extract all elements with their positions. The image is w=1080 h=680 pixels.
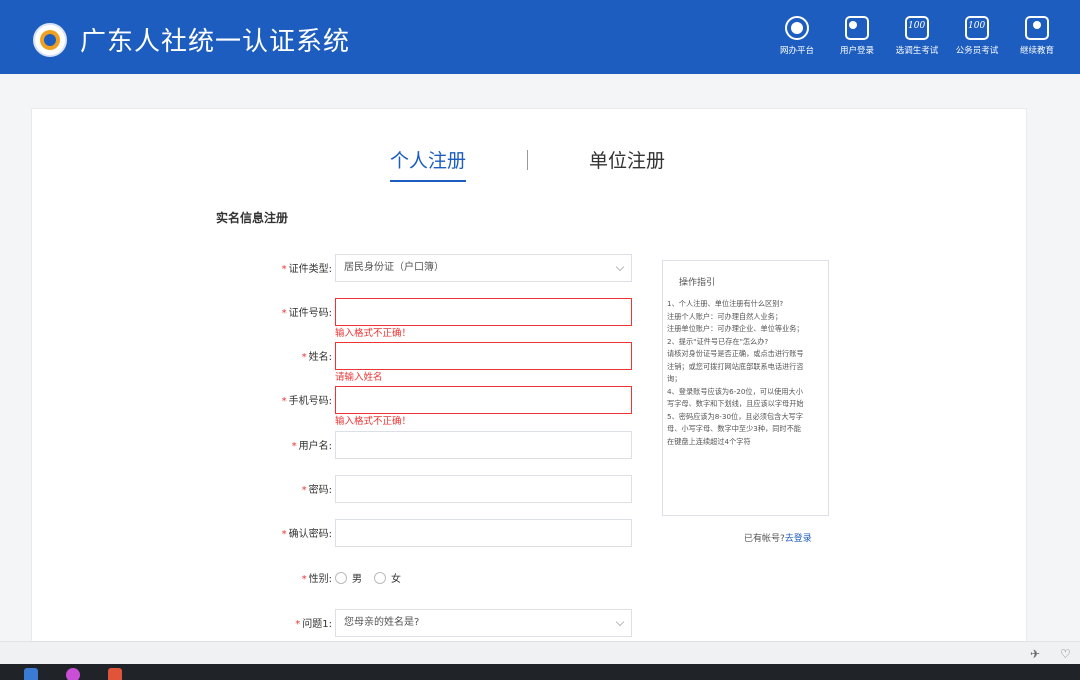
row-question1: * 问题1: 您母亲的姓名是?: [200, 609, 640, 637]
row-confirm-password: * 确认密码:: [200, 519, 640, 547]
tab-organization-register[interactable]: 单位注册: [589, 146, 665, 173]
user-login-icon: [845, 16, 869, 40]
guide-line: 5、密码应该为8-30位，且必须包含大写字: [667, 411, 803, 421]
top-nav: 网办平台 用户登录 100 选调生考试 100 公务员考试 继续教育: [774, 16, 1060, 56]
taskbar-browser-icon[interactable]: [66, 668, 80, 680]
logo: [33, 23, 67, 57]
taskbar-app-icon[interactable]: [24, 668, 38, 680]
education-icon: [1025, 16, 1049, 40]
nav-portal[interactable]: 网办平台: [774, 16, 820, 56]
nav-user-login[interactable]: 用户登录: [834, 16, 880, 56]
guide-line: 写字母、数字和下划线，且应该以字母开始: [667, 399, 804, 408]
tab-divider: [527, 150, 528, 170]
login-prompt: 已有帐号?去登录: [744, 534, 812, 544]
nav-label: 继续教育: [1019, 46, 1054, 56]
question1-label: * 问题1:: [295, 619, 332, 630]
row-password: * 密码:: [200, 475, 640, 503]
guide-line: 2、提示"证件号已存在"怎么办?: [667, 336, 769, 346]
tab-personal-register[interactable]: 个人注册: [390, 146, 467, 182]
guide-line: 1、个人注册、单位注册有什么区别?: [667, 299, 784, 308]
password-label: * 密码:: [301, 485, 332, 496]
operation-guide: 操作指引 1、个人注册、单位注册有什么区别? 注册个人账户：可办理自然人业务； …: [662, 260, 829, 516]
phone-label: * 手机号码:: [281, 396, 332, 407]
register-tabs: 个人注册 单位注册: [0, 146, 1080, 182]
guide-line: 注销；或您可拨打网站底部联系电话进行咨: [667, 361, 804, 371]
name-input[interactable]: [335, 342, 632, 370]
portal-icon: [785, 16, 809, 40]
guide-line: 在键盘上连续超过4个字符: [667, 436, 751, 446]
nav-education[interactable]: 继续教育: [1014, 16, 1060, 56]
guide-line: 询；: [667, 374, 682, 383]
radio-circle-icon: [335, 571, 347, 584]
id-number-input[interactable]: [335, 298, 632, 326]
gender-male-radio[interactable]: 男: [335, 570, 362, 585]
guide-line: 母、小写字母、数字中至少3种，同时不能: [667, 424, 801, 433]
phone-error: 输入格式不正确！: [335, 416, 412, 427]
site-title: 广东人社统一认证系统: [80, 27, 351, 57]
chevron-down-icon: [615, 617, 625, 627]
chevron-down-icon: [615, 262, 625, 272]
exam-icon: 100: [905, 16, 929, 40]
name-error: 请输入姓名: [335, 372, 383, 383]
nav-label: 公务员考试: [955, 46, 999, 56]
gender-label: * 性别:: [301, 574, 332, 585]
heart-icon[interactable]: ♡: [1060, 647, 1071, 661]
row-id-number: * 证件号码: 输入格式不正确！: [200, 298, 640, 339]
id-number-error: 输入格式不正确！: [335, 328, 412, 339]
browser-status-bar: ✈ ♡: [0, 641, 1080, 664]
go-login-link[interactable]: 去登录: [785, 534, 812, 544]
guide-line: 注册单位账户：可办理企业、单位等业务；: [667, 324, 804, 333]
taskbar-app-icon[interactable]: [108, 668, 122, 680]
top-header: 广东人社统一认证系统 网办平台 用户登录 100 选调生考试 100 公务员考试…: [0, 0, 1080, 74]
confirm-password-input[interactable]: [335, 519, 632, 547]
nav-label: 选调生考试: [895, 46, 939, 56]
name-label: * 姓名:: [301, 352, 332, 363]
guide-title: 操作指引: [679, 278, 716, 288]
id-number-label: * 证件号码:: [281, 308, 332, 319]
phone-input[interactable]: [335, 386, 632, 414]
gender-female-radio[interactable]: 女: [374, 570, 401, 585]
guide-line: 注册个人账户：可办理自然人业务；: [667, 311, 783, 321]
row-username: * 用户名:: [200, 431, 640, 459]
id-type-select[interactable]: 居民身份证（户口簿）: [335, 254, 632, 282]
username-input[interactable]: [335, 431, 632, 459]
guide-line: 请核对身份证号是否正确，或点击进行账号: [667, 349, 804, 358]
row-phone: * 手机号码: 输入格式不正确！: [200, 386, 640, 427]
row-gender: * 性别: 男 女: [200, 564, 640, 592]
nav-label: 网办平台: [779, 46, 814, 56]
guide-line: 4、登录账号应该为6-20位，可以使用大小: [667, 386, 803, 396]
username-label: * 用户名:: [291, 441, 332, 452]
question1-select[interactable]: 您母亲的姓名是?: [335, 609, 632, 637]
row-id-type: * 证件类型: 居民身份证（户口簿）: [200, 254, 640, 282]
radio-circle-icon: [374, 571, 386, 584]
confirm-password-label: * 确认密码:: [281, 529, 332, 540]
gender-radio-group: 男 女: [335, 570, 413, 585]
nav-civil-exam[interactable]: 100 公务员考试: [954, 16, 1000, 56]
exam-icon: 100: [965, 16, 989, 40]
nav-selection-exam[interactable]: 100 选调生考试: [894, 16, 940, 56]
password-input[interactable]: [335, 475, 632, 503]
section-title: 实名信息注册: [216, 211, 289, 225]
nav-label: 用户登录: [839, 46, 874, 56]
row-name: * 姓名: 请输入姓名: [200, 342, 640, 383]
id-type-label: * 证件类型:: [281, 264, 332, 275]
rocket-icon[interactable]: ✈: [1030, 647, 1040, 661]
os-taskbar: [0, 664, 1080, 680]
